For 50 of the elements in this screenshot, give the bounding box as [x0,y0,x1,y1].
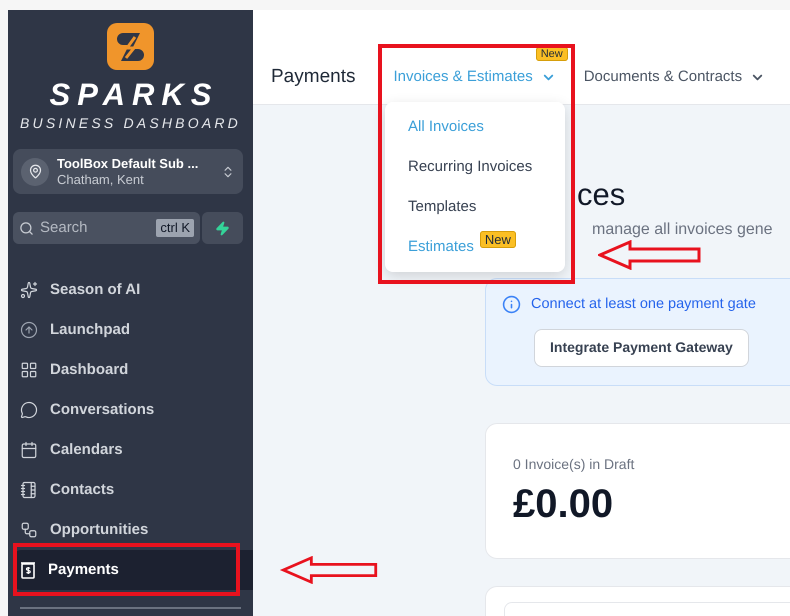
brand-tagline: BUSINESS DASHBOARD [20,114,241,132]
dollar-document-icon [20,561,36,579]
integrate-gateway-button[interactable]: Integrate Payment Gateway [534,328,749,367]
calendar-icon [20,441,38,459]
menu-item[interactable]: Recurring Invoices [408,156,532,178]
sidebar-item-label: Conversations [50,400,154,420]
search-icon [19,220,34,236]
lightning-icon [215,220,230,236]
sidebar-item-label: Opportunities [50,520,148,540]
location-address: Chatham, Kent [57,172,145,188]
sidebar-item-label: Season of AI [50,280,140,300]
sidebar-item-label: Dashboard [50,360,128,380]
sidebar-item[interactable]: Launchpad [13,310,253,350]
page-title: Payments [271,64,356,89]
chat-bubble-icon [20,401,38,419]
search-input[interactable]: Search [40,216,150,240]
notebook-icon [20,481,38,499]
nav-tab-label: Documents & Contracts [584,66,742,87]
sidebar-item-label: Calendars [50,440,123,460]
summary-amount: £0.00 [513,481,614,527]
nav-tab[interactable]: Documents & Contracts [584,66,766,88]
summary-label: 0 Invoice(s) in Draft [513,455,636,474]
banner-message: Connect at least one payment gate [531,295,756,314]
sidebar-item[interactable]: Contacts [13,470,253,510]
sidebar-item-label: Launchpad [50,320,130,340]
sidebar-item-label: Payments [48,560,119,580]
lightning-logo-icon [107,23,154,70]
location-switcher[interactable]: ToolBox Default Sub ... Chatham, Kent [13,149,243,194]
page-heading: ces [577,177,626,213]
grid-icon [20,361,38,379]
sidebar-item[interactable]: Dashboard [13,350,253,390]
shortcut-badge: ctrl K [156,219,194,237]
location-name: ToolBox Default Sub ... [57,156,200,172]
page-subtitle: manage all invoices gene [592,220,774,240]
upload-icon [20,321,38,339]
nav-tab-label: Invoices & Estimates [393,66,533,87]
quick-action-button[interactable] [202,212,243,244]
sidebar-item[interactable]: Season of AI [13,270,253,310]
brand-name: SPARKS [48,78,218,112]
sidebar-item[interactable]: Opportunities [13,510,253,550]
new-badge: New [480,231,516,248]
workflow-icon [20,521,38,539]
sidebar-item[interactable]: Conversations [13,390,253,430]
sidebar-item-label: Contacts [50,480,114,500]
menu-item[interactable]: Templates [408,196,476,218]
info-icon [502,295,521,314]
sidebar-item[interactable]: Calendars [13,430,253,470]
map-pin-icon [21,158,49,186]
sparkles-icon [20,281,38,299]
search-field[interactable]: Search ctrl K [13,212,200,244]
